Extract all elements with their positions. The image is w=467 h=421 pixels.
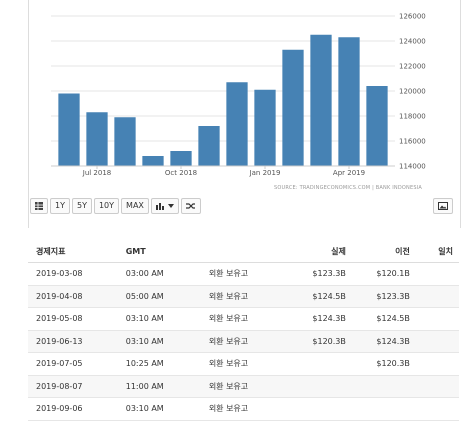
header-event <box>200 240 285 263</box>
y-tick-label: 122000 <box>399 63 426 71</box>
row-consensus <box>409 330 459 353</box>
chart-source: SOURCE: TRADINGECONOMICS.COM | BANK INDO… <box>274 185 422 191</box>
row-consensus <box>409 307 459 331</box>
row-event: 외환 보유고 <box>200 330 285 353</box>
bar[interactable] <box>142 156 164 166</box>
row-actual: $124.5B <box>284 285 346 308</box>
chart-toolbar: 1Y 5Y 10Y MAX <box>30 198 201 216</box>
chart-type-button[interactable] <box>150 198 179 214</box>
row-previous: $123.3B <box>345 285 410 308</box>
row-consensus <box>409 352 459 376</box>
bar[interactable] <box>170 151 192 166</box>
table-row: 2019-04-08 05:00 AM 외환 보유고 $124.5B $123.3B <box>28 285 459 308</box>
table-row: 2019-09-06 03:10 AM 외환 보유고 <box>28 397 459 421</box>
table-row: 2019-03-08 03:00 AM 외환 보유고 $123.3B $120.1B <box>28 262 459 286</box>
bar[interactable] <box>58 93 80 167</box>
table-row: 2019-05-08 03:10 AM 외환 보유고 $124.3B $124.5B <box>28 307 459 331</box>
chevron-down-icon <box>167 204 174 208</box>
table-view-button[interactable] <box>30 198 48 214</box>
header-consensus: 일치 <box>409 240 459 263</box>
bar-chart-icon <box>155 203 164 210</box>
export-image-button[interactable] <box>433 198 453 214</box>
bar[interactable] <box>226 82 248 166</box>
row-actual <box>284 397 346 421</box>
y-tick-label: 118000 <box>399 113 426 121</box>
row-time: 03:10 AM <box>119 397 201 421</box>
row-actual: $123.3B <box>284 262 346 286</box>
bar-chart: 114000 116000 118000 120000 122000 124000 1260… <box>51 13 426 177</box>
row-date: 2019-06-13 <box>28 330 120 353</box>
row-previous: $124.3B <box>345 330 410 353</box>
row-date: 2019-07-05 <box>28 352 120 376</box>
row-time: 11:00 AM <box>119 375 201 398</box>
row-event: 외환 보유고 <box>200 307 285 331</box>
row-actual: $120.3B <box>284 330 346 353</box>
header-gmt: GMT <box>119 240 201 263</box>
shuffle-icon <box>185 203 195 209</box>
row-event: 외환 보유고 <box>200 285 285 308</box>
bar[interactable] <box>338 37 360 166</box>
x-tick-label: Jul 2018 <box>82 169 112 177</box>
y-tick-label: 124000 <box>399 38 426 46</box>
row-previous: $120.3B <box>345 352 410 376</box>
bar[interactable] <box>198 126 220 166</box>
table-row: 2019-06-13 03:10 AM 외환 보유고 $120.3B $124.3B <box>28 330 459 353</box>
header-indicator: 경제지표 <box>28 240 120 263</box>
range-max-button[interactable]: MAX <box>121 198 149 214</box>
x-tick-label: Jan 2019 <box>249 169 281 177</box>
image-icon <box>438 202 448 210</box>
compare-button[interactable] <box>180 198 201 214</box>
row-time: 03:10 AM <box>119 330 201 353</box>
row-previous <box>345 375 410 398</box>
row-time: 10:25 AM <box>119 352 201 376</box>
y-tick-label: 126000 <box>399 13 426 21</box>
y-tick-label: 114000 <box>399 163 426 171</box>
row-previous: $120.1B <box>345 262 410 286</box>
x-tick-label: Apr 2019 <box>333 169 365 177</box>
range-5y-button[interactable]: 5Y <box>71 198 92 214</box>
bar[interactable] <box>254 89 276 166</box>
row-event: 외환 보유고 <box>200 262 285 286</box>
bar[interactable] <box>310 34 332 166</box>
y-tick-label: 120000 <box>399 88 426 96</box>
row-date: 2019-09-06 <box>28 397 120 421</box>
bar[interactable] <box>114 117 136 166</box>
row-actual <box>284 375 346 398</box>
row-time: 05:00 AM <box>119 285 201 308</box>
table-row: 2019-07-05 10:25 AM 외환 보유고 $120.3B <box>28 352 459 376</box>
range-10y-button[interactable]: 10Y <box>93 198 120 214</box>
bar[interactable] <box>366 86 388 166</box>
row-time: 03:00 AM <box>119 262 201 286</box>
row-date: 2019-04-08 <box>28 285 120 308</box>
row-consensus <box>409 262 459 286</box>
chart-panel: 114000 116000 118000 120000 122000 124000 1260… <box>28 0 461 228</box>
row-consensus <box>409 397 459 421</box>
row-previous <box>345 397 410 421</box>
row-previous: $124.5B <box>345 307 410 331</box>
row-event: 외환 보유고 <box>200 375 285 398</box>
y-tick-label: 116000 <box>399 138 426 146</box>
row-date: 2019-03-08 <box>28 262 120 286</box>
header-previous: 이전 <box>345 240 410 263</box>
row-date: 2019-05-08 <box>28 307 120 331</box>
row-event: 외환 보유고 <box>200 352 285 376</box>
row-actual: $124.3B <box>284 307 346 331</box>
table-row: 2019-08-07 11:00 AM 외환 보유고 <box>28 375 459 398</box>
header-actual: 실제 <box>284 240 346 263</box>
row-consensus <box>409 375 459 398</box>
table-header-row: 경제지표 GMT 실제 이전 일치 <box>28 240 459 263</box>
row-time: 03:10 AM <box>119 307 201 331</box>
bar[interactable] <box>86 112 108 166</box>
calendar-table: 경제지표 GMT 실제 이전 일치 2019-03-08 03:00 AM 외환 보… <box>28 240 459 421</box>
row-consensus <box>409 285 459 308</box>
bar[interactable] <box>282 49 304 166</box>
table-icon <box>35 202 43 210</box>
x-tick-label: Oct 2018 <box>165 169 197 177</box>
row-actual <box>284 352 346 376</box>
row-event: 외환 보유고 <box>200 397 285 421</box>
range-1y-button[interactable]: 1Y <box>50 198 70 214</box>
row-date: 2019-08-07 <box>28 375 120 398</box>
